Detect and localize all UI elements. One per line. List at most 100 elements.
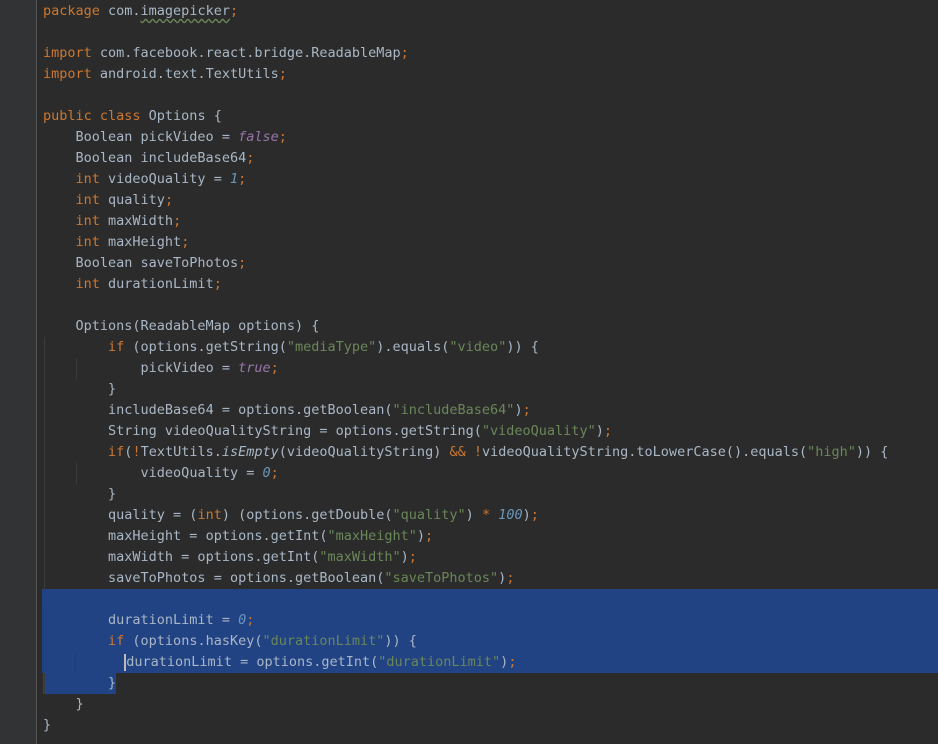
- code-line[interactable]: if (options.hasKey("durationLimit")) {: [42, 631, 938, 652]
- code-token: ;: [246, 150, 255, 166]
- selection-end: }: [43, 673, 117, 694]
- code-token: 100: [498, 507, 523, 523]
- code-line[interactable]: [43, 295, 938, 316]
- code-token: )) {: [384, 633, 417, 649]
- code-line[interactable]: }: [43, 379, 938, 400]
- code-line[interactable]: pickVideo = true;: [43, 358, 938, 379]
- code-line[interactable]: import com.facebook.react.bridge.Readabl…: [43, 43, 938, 64]
- indent-guide: [44, 547, 45, 568]
- code-token: ;: [181, 234, 190, 250]
- code-line[interactable]: int videoQuality = 1;: [43, 169, 938, 190]
- code-line[interactable]: durationLimit = 0;: [42, 610, 938, 631]
- code-token: ;: [278, 129, 287, 145]
- code-token: ): [465, 507, 482, 523]
- code-token: "maxWidth": [319, 549, 401, 565]
- indent-guide: [44, 484, 45, 505]
- code-line[interactable]: saveToPhotos = options.getBoolean("saveT…: [43, 568, 938, 589]
- code-token: ;: [270, 360, 279, 376]
- code-token: (options.getString(: [132, 339, 287, 355]
- code-token: }: [108, 486, 117, 502]
- code-line[interactable]: [43, 85, 938, 106]
- code-token: videoQualityString.toLowerCase().equals(: [482, 444, 808, 460]
- code-token: int: [75, 171, 109, 187]
- gutter-divider: [36, 0, 37, 744]
- code-token: ).equals(: [376, 339, 450, 355]
- editor-gutter[interactable]: [0, 0, 36, 744]
- code-token: ;: [270, 465, 279, 481]
- code-token: ): [595, 423, 604, 439]
- code-line[interactable]: }: [43, 484, 938, 505]
- code-line[interactable]: if (options.getString("mediaType").equal…: [43, 337, 938, 358]
- code-area[interactable]: package com.imagepicker; import com.faceb…: [42, 1, 938, 736]
- code-line[interactable]: int maxHeight;: [43, 232, 938, 253]
- code-token: ): [514, 402, 523, 418]
- indent-guide: [44, 379, 45, 400]
- indent-guide: [44, 400, 45, 421]
- code-line[interactable]: durationLimit = options.getInt("duration…: [42, 652, 938, 673]
- code-token: saveToPhotos = options.getBoolean(: [108, 570, 385, 586]
- code-line[interactable]: maxWidth = options.getInt("maxWidth");: [43, 547, 938, 568]
- code-token: "quality": [392, 507, 466, 523]
- code-token: 0: [238, 612, 247, 628]
- code-token: }: [108, 381, 117, 397]
- code-token: }: [43, 717, 52, 733]
- code-editor[interactable]: package com.imagepicker; import com.faceb…: [0, 0, 938, 744]
- code-line[interactable]: int durationLimit;: [43, 274, 938, 295]
- code-token: &&: [449, 444, 466, 460]
- code-line[interactable]: [43, 22, 938, 43]
- code-line[interactable]: Boolean pickVideo = false;: [43, 127, 938, 148]
- code-line[interactable]: String videoQualityString = options.getS…: [43, 421, 938, 442]
- code-line[interactable]: Boolean includeBase64;: [43, 148, 938, 169]
- indent-guide: [44, 463, 45, 484]
- code-token: if: [108, 444, 125, 460]
- code-token: "video": [449, 339, 507, 355]
- code-token: (videoQualityString): [278, 444, 450, 460]
- code-token: TextUtils.: [140, 444, 222, 460]
- code-token: Options {: [148, 108, 222, 124]
- code-token: )) {: [506, 339, 539, 355]
- code-line[interactable]: quality = (int) (options.getDouble("qual…: [43, 505, 938, 526]
- code-line[interactable]: maxHeight = options.getInt("maxHeight");: [43, 526, 938, 547]
- code-token: ;: [238, 171, 247, 187]
- code-token: Boolean includeBase64: [75, 150, 247, 166]
- code-line[interactable]: Options(ReadableMap options) {: [43, 316, 938, 337]
- code-line[interactable]: Boolean saveToPhotos;: [43, 253, 938, 274]
- code-line[interactable]: [42, 589, 938, 610]
- code-token: import: [43, 45, 100, 61]
- code-token: ;: [508, 654, 517, 670]
- code-token: String videoQualityString = options.getS…: [108, 423, 482, 439]
- indent-guide: [43, 652, 44, 673]
- code-line[interactable]: }: [43, 694, 938, 715]
- code-token: true: [238, 360, 271, 376]
- code-token: 0: [262, 465, 271, 481]
- code-line[interactable]: package com.imagepicker;: [43, 1, 938, 22]
- code-token: ): [416, 528, 426, 544]
- code-line[interactable]: }: [43, 673, 938, 694]
- code-line[interactable]: if(!TextUtils.isEmpty(videoQualityString…: [43, 442, 938, 463]
- code-line[interactable]: int quality;: [43, 190, 938, 211]
- code-token: !: [473, 444, 482, 460]
- code-line[interactable]: public class Options {: [43, 106, 938, 127]
- code-token: 1: [229, 171, 239, 187]
- code-line[interactable]: import android.text.TextUtils;: [43, 64, 938, 85]
- code-line[interactable]: }: [43, 715, 938, 736]
- indent-guide: [43, 631, 44, 652]
- indent-guide: [44, 505, 45, 526]
- code-line[interactable]: int maxWidth;: [43, 211, 938, 232]
- code-token: ;: [238, 255, 247, 271]
- code-line[interactable]: includeBase64 = options.getBoolean("incl…: [43, 400, 938, 421]
- indent-guide: [44, 673, 45, 694]
- code-token: Boolean pickVideo =: [75, 129, 239, 145]
- code-token: com.facebook.react.bridge.ReadableMap: [99, 45, 401, 61]
- code-token: ;: [425, 528, 434, 544]
- code-line[interactable]: videoQuality = 0;: [43, 463, 938, 484]
